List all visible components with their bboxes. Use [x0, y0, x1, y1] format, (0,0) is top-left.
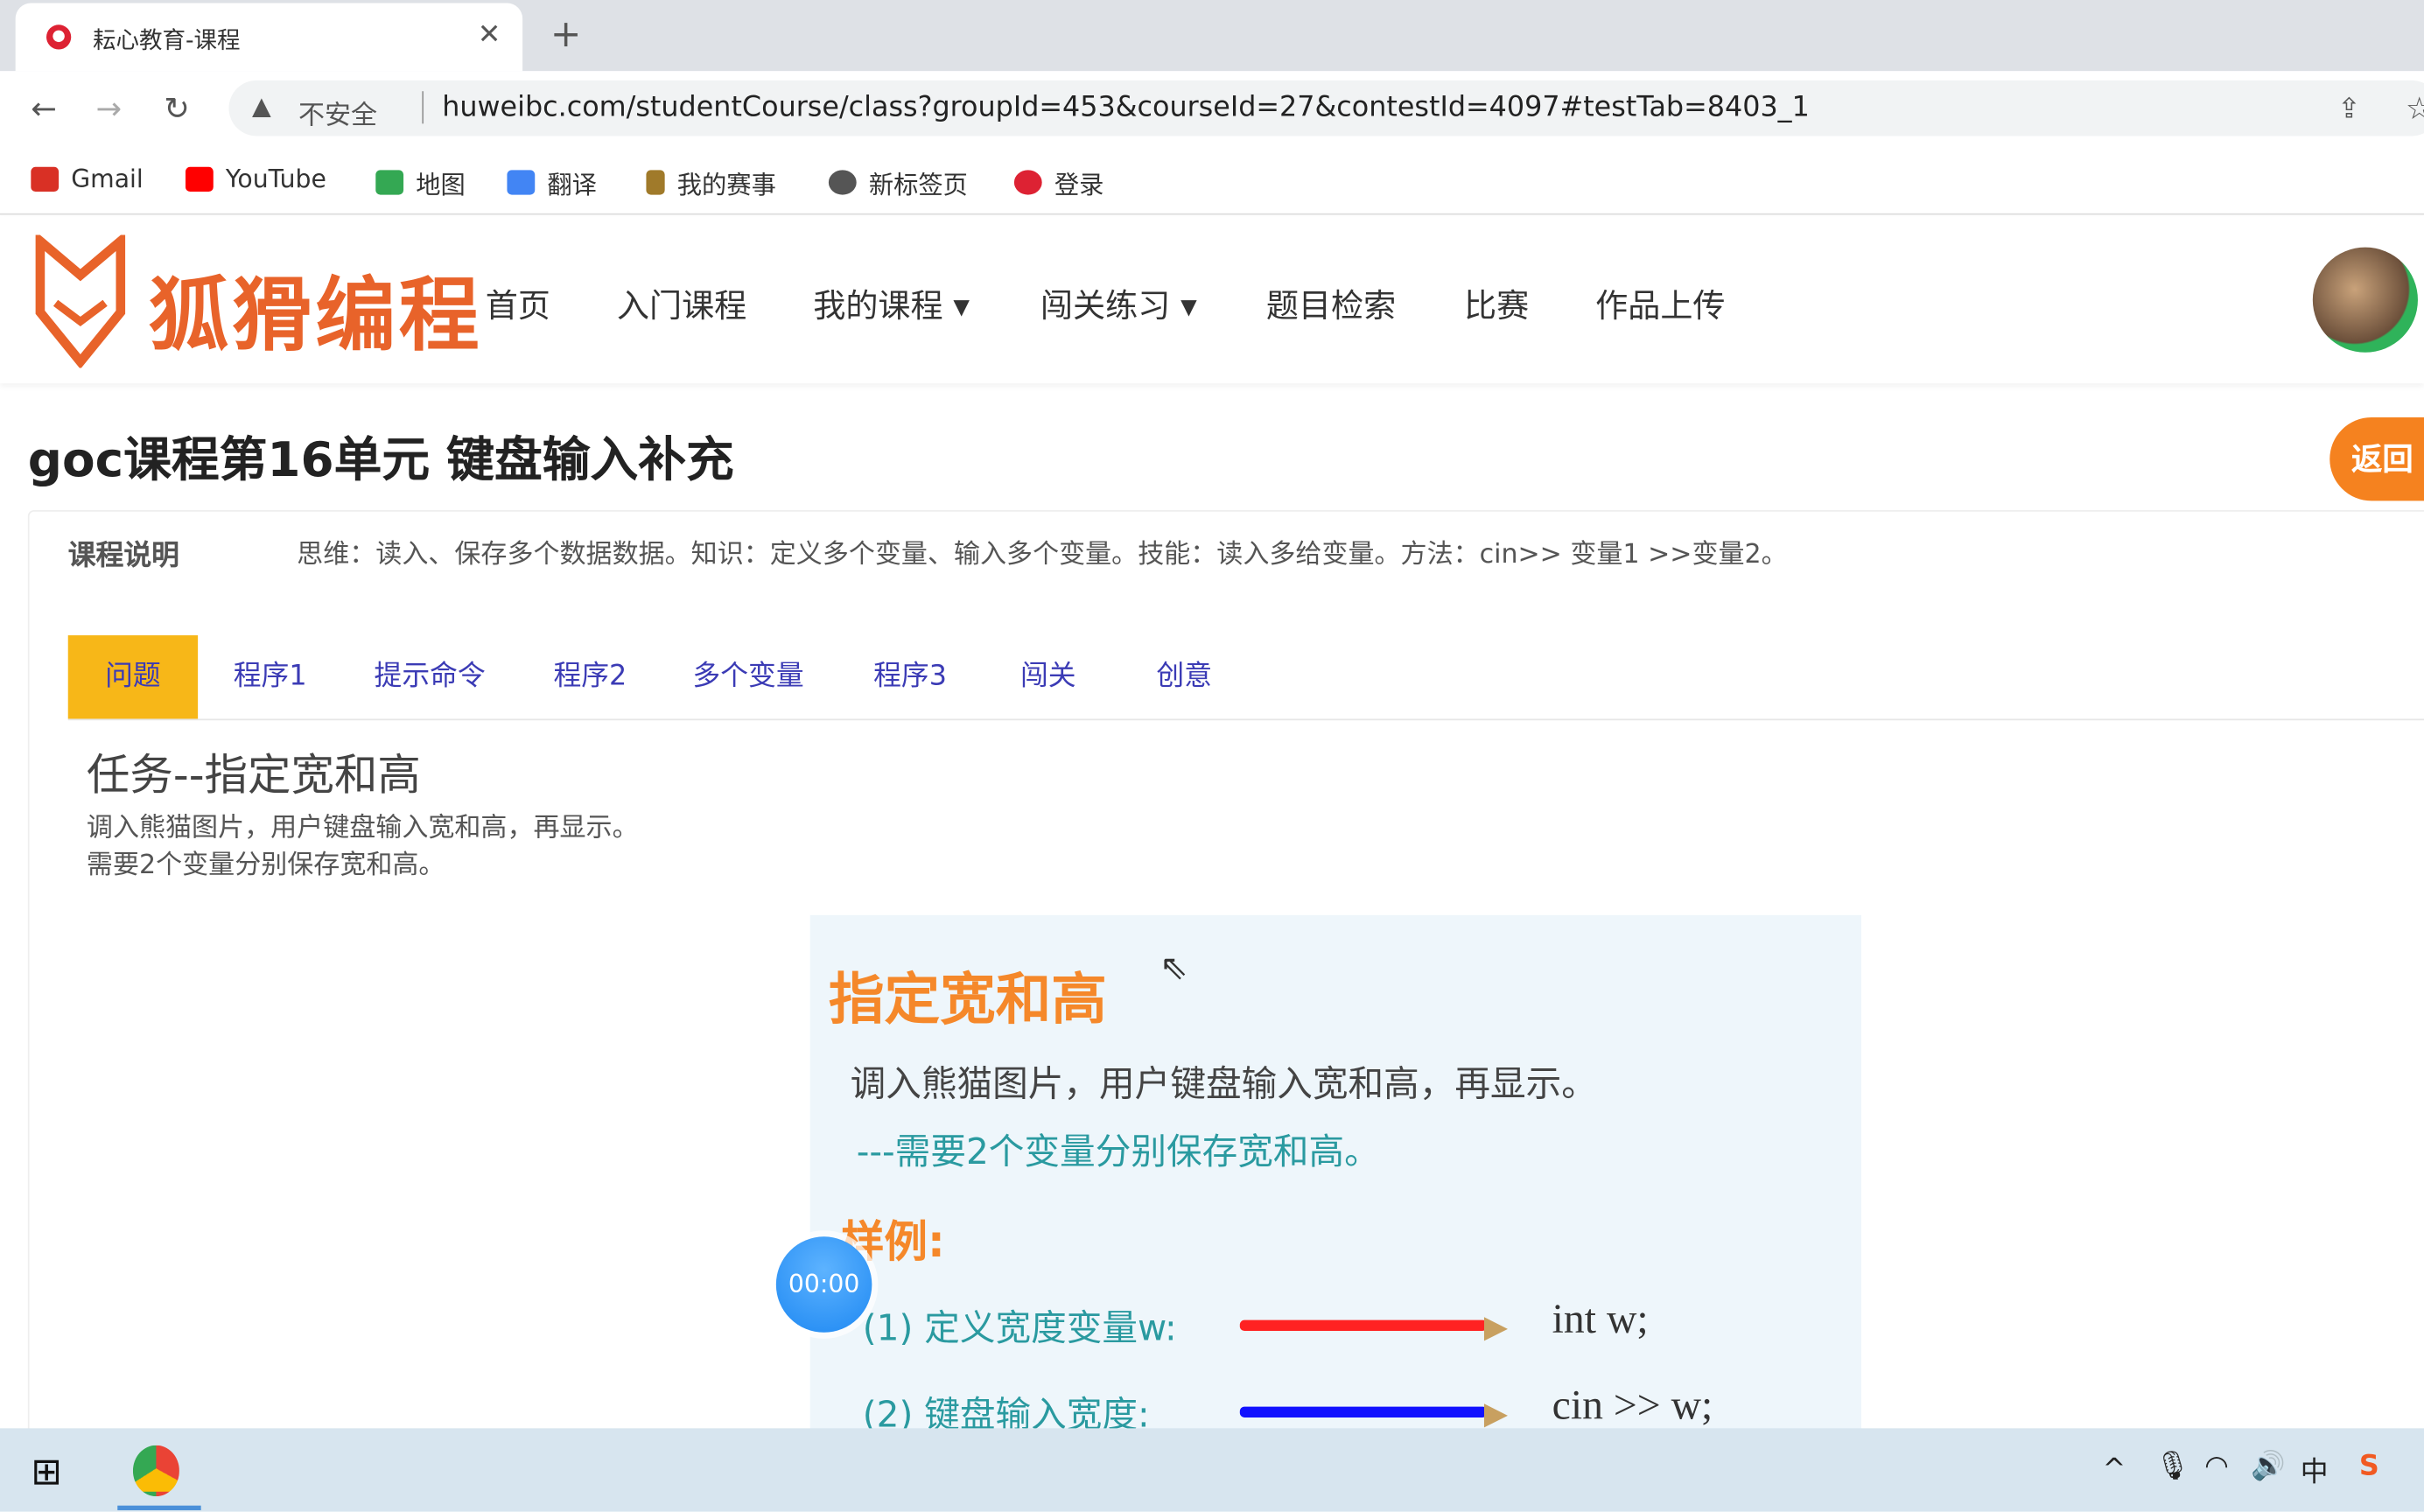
input-method-icon[interactable]: 中: [2301, 1450, 2329, 1490]
bookmark-label: YouTube: [225, 164, 326, 193]
fox-logo-icon[interactable]: [34, 234, 127, 368]
task-title: 任务--指定宽和高: [86, 749, 421, 802]
windows-start-icon[interactable]: ⊞: [31, 1450, 62, 1493]
gmail-icon: [31, 165, 60, 192]
site-favicon-icon: ●: [46, 24, 72, 50]
youtube-icon: [185, 165, 214, 192]
bookmark-translate[interactable]: 翻译: [507, 164, 597, 200]
step-1: (1) 定义宽度变量w:: [862, 1309, 1177, 1350]
bookmark-youtube[interactable]: YouTube: [185, 164, 326, 193]
tab-challenge[interactable]: 闯关: [1020, 635, 1076, 718]
menu-my-courses[interactable]: 我的课程 ▾: [813, 282, 970, 328]
share-icon[interactable]: ⇪: [2337, 93, 2361, 125]
site-logo-text[interactable]: 狐猾编程: [149, 250, 483, 366]
tab-title: 耘心教育-课程: [92, 26, 241, 54]
lesson-tabs: 问题 程序1 提示命令 程序2 多个变量 程序3 闯关 创意: [67, 635, 2424, 721]
tab-creative[interactable]: 创意: [1156, 635, 1212, 718]
chrome-icon[interactable]: [132, 1445, 179, 1497]
url-text[interactable]: huweibc.com/studentCourse/class?groupId=…: [422, 91, 1810, 124]
volume-icon[interactable]: 🔊: [2251, 1450, 2286, 1482]
red-arrow-icon: [1239, 1320, 1488, 1332]
mouse-cursor-icon: ⇖: [1159, 948, 1188, 988]
course-description: 思维：读入、保存多个数据数据。知识：定义多个变量、输入多个变量。技能：读入多给变…: [297, 539, 1788, 570]
browser-tab[interactable]: ● 耘心教育-课程 ✕: [15, 3, 523, 72]
star-icon[interactable]: ☆: [2406, 89, 2424, 126]
reload-icon[interactable]: ↻: [164, 89, 190, 126]
page-title: goc课程第16单元 键盘输入补充: [27, 432, 734, 489]
avatar[interactable]: [2312, 247, 2418, 353]
trophy-icon: [646, 170, 665, 195]
task-line: 需要2个变量分别保存宽和高。: [86, 850, 445, 881]
bookmark-label: 登录: [1054, 170, 1104, 200]
blue-arrow-icon: [1239, 1406, 1488, 1418]
bookmark-maps[interactable]: 地图: [375, 164, 466, 200]
arrow-head-icon: ▶: [1483, 1307, 1509, 1345]
bookmark-label: 地图: [416, 170, 466, 200]
back-icon[interactable]: ←: [31, 89, 57, 126]
bookmarks-bar: Gmail YouTube 地图 翻译 我的赛事 新标签页 登录: [0, 145, 2424, 215]
menu-home[interactable]: 首页: [486, 282, 550, 328]
bookmark-new-tab[interactable]: 新标签页: [828, 164, 968, 200]
bookmark-login[interactable]: 登录: [1013, 164, 1104, 200]
image-line: 调入熊猫图片，用户键盘输入宽和高，再显示。: [850, 1065, 1597, 1106]
address-bar[interactable]: ▲ 不安全 huweibc.com/studentCourse/class?gr…: [228, 80, 2424, 136]
tab-hint-commands[interactable]: 提示命令: [375, 635, 486, 718]
bookmark-my-contests[interactable]: 我的赛事: [646, 164, 776, 200]
menu-intro-courses[interactable]: 入门课程: [617, 282, 746, 328]
sogou-icon[interactable]: S: [2359, 1450, 2379, 1482]
microphone-icon[interactable]: 🎙: [2155, 1450, 2190, 1482]
new-tab-button[interactable]: +: [550, 12, 582, 55]
bookmark-gmail[interactable]: Gmail: [31, 164, 144, 193]
code-1: int w;: [1552, 1295, 1649, 1342]
tab-program1[interactable]: 程序1: [234, 635, 307, 718]
windows-taskbar: [0, 1428, 2424, 1512]
menu-challenges[interactable]: 闯关练习 ▾: [1040, 282, 1197, 328]
bookmark-label: 我的赛事: [676, 170, 776, 200]
menu-upload[interactable]: 作品上传: [1595, 282, 1725, 328]
site-icon: [1013, 170, 1042, 195]
wifi-icon[interactable]: ◠: [2204, 1450, 2229, 1482]
menu-problem-search[interactable]: 题目检索: [1266, 282, 1396, 328]
description-label: 课程说明: [67, 539, 179, 572]
lesson-image: 指定宽和高 调入熊猫图片，用户键盘输入宽和高，再显示。 ---需要2个变量分别保…: [809, 914, 1861, 1441]
chevron-up-icon[interactable]: ^: [2103, 1453, 2126, 1486]
image-title: 指定宽和高: [828, 969, 1107, 1033]
tab-question[interactable]: 问题: [67, 635, 199, 719]
not-secure-label: 不安全: [298, 100, 378, 132]
tab-program2[interactable]: 程序2: [553, 635, 627, 718]
arrow-head-icon: ▶: [1483, 1394, 1509, 1432]
menu-contests[interactable]: 比赛: [1464, 282, 1529, 328]
timer-button[interactable]: 00:00: [775, 1236, 872, 1333]
bookmark-label: 新标签页: [868, 170, 968, 200]
bookmark-label: Gmail: [71, 164, 144, 193]
translate-icon: [507, 170, 536, 195]
back-button[interactable]: 返回: [2329, 416, 2424, 501]
warning-icon: ▲: [251, 91, 271, 121]
maps-icon: [375, 170, 404, 195]
close-tab-icon[interactable]: ✕: [478, 18, 501, 51]
image-line: ---需要2个变量分别保存宽和高。: [856, 1132, 1380, 1173]
globe-icon: [828, 170, 857, 195]
active-app-indicator: [117, 1505, 201, 1510]
forward-icon[interactable]: →: [96, 89, 123, 126]
bookmark-label: 翻译: [547, 170, 597, 200]
tab-multiple-variables[interactable]: 多个变量: [692, 635, 803, 718]
code-2: cin >> w;: [1552, 1382, 1713, 1429]
tab-program3[interactable]: 程序3: [873, 635, 947, 718]
task-line: 调入熊猫图片，用户键盘输入宽和高，再显示。: [86, 813, 639, 844]
